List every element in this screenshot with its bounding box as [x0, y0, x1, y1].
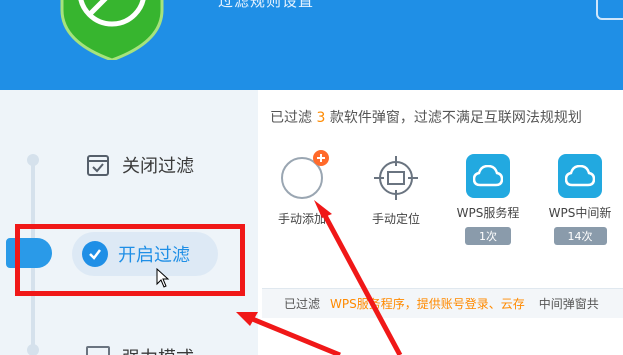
timeline-dot — [27, 154, 39, 166]
cloud-icon — [466, 154, 510, 198]
timeline-dot — [27, 344, 39, 355]
grid-item-label: 手动定位 — [371, 212, 420, 226]
crosshair-icon — [374, 156, 418, 200]
grid-item-wps-middle[interactable]: WPS中间新 14次 — [548, 154, 612, 245]
count-badge: 14次 — [553, 227, 607, 245]
mouse-cursor-icon — [156, 268, 170, 288]
bottom-bar-mid: 中间弹窗共 — [538, 297, 599, 311]
bottom-bar-apps[interactable]: WPS服务程序，提供账号登录、云存 — [330, 295, 525, 312]
grid-item-wps-service[interactable]: WPS服务程 1次 — [456, 154, 520, 245]
document-check-icon — [87, 155, 109, 176]
info-prefix: 已过滤 — [270, 110, 312, 126]
grid-item-label: 手动添加 — [277, 212, 326, 226]
header-bar: 过滤规则设置 — [0, 0, 623, 90]
bottom-bar-label: 已过滤 — [284, 297, 321, 311]
grid-item-manual-add[interactable]: 手动添加 — [270, 150, 334, 227]
grid-item-label: WPS服务程 — [456, 206, 520, 220]
sidebar-item-label: 强力模式 — [122, 344, 194, 355]
grid-item-manual-locate[interactable]: 手动定位 — [364, 150, 428, 227]
shield-check-icon — [60, 0, 164, 60]
annotation-arrow — [249, 315, 341, 355]
sidebar-item-strong-mode[interactable]: 强力模式 — [86, 342, 194, 355]
filtered-apps-bar: 已过滤 WPS服务程序，提供账号登录、云存 中间弹窗共 — [262, 288, 623, 318]
info-suffix: 款软件弹窗，过滤不满足互联网法规规划 — [329, 110, 582, 126]
header-button[interactable] — [596, 0, 623, 20]
sidebar: 关闭过滤 开启过滤 强力模式 — [0, 90, 258, 355]
info-count: 3 — [316, 110, 326, 126]
header-title: 过滤规则设置 — [218, 0, 315, 10]
window-icon — [86, 346, 110, 355]
sidebar-item-close-filter[interactable]: 关闭过滤 — [86, 150, 194, 180]
annotation-arrow — [319, 208, 403, 355]
count-badge: 1次 — [465, 227, 511, 245]
annotation-highlight-box — [15, 224, 245, 296]
sidebar-item-label: 关闭过滤 — [122, 156, 194, 177]
grid-item-label: WPS中间新 — [548, 206, 612, 220]
filter-info-text: 已过滤 3 款软件弹窗，过滤不满足互联网法规规划 — [270, 107, 582, 127]
add-circle-icon — [281, 150, 329, 199]
cloud-icon — [558, 154, 602, 198]
